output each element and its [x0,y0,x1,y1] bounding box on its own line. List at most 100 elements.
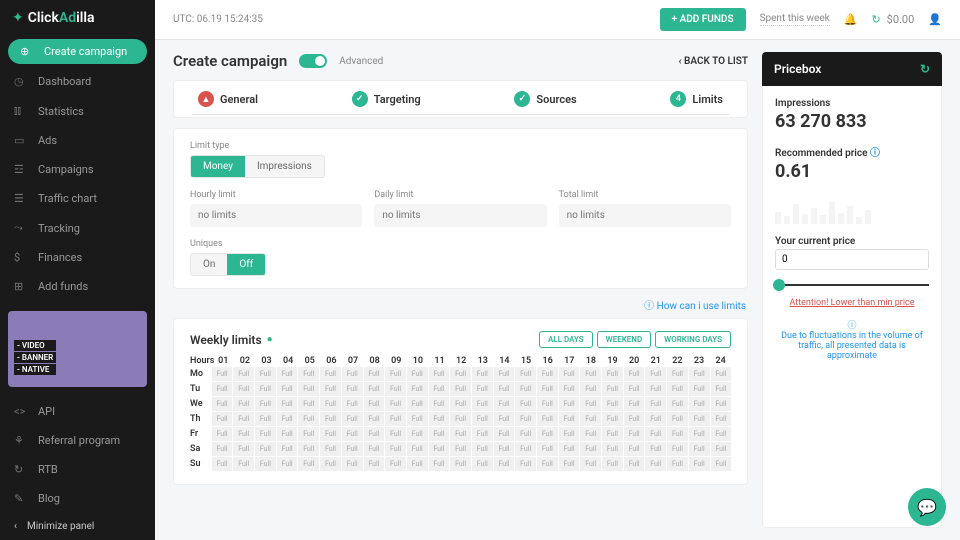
hour-cell[interactable]: Full [364,427,385,441]
hour-cell[interactable]: Full [429,382,450,396]
hour-cell[interactable]: Full [364,457,385,471]
hour-cell[interactable]: Full [689,427,710,441]
hour-cell[interactable]: Full [711,382,732,396]
hour-cell[interactable]: Full [602,427,623,441]
hour-cell[interactable]: Full [624,382,645,396]
sidebar-item-create-campaign[interactable]: ⊕Create campaign [8,39,147,64]
hour-cell[interactable]: Full [212,412,233,426]
hour-cell[interactable]: Full [364,382,385,396]
hour-cell[interactable]: Full [233,427,254,441]
hour-cell[interactable]: Full [385,397,406,411]
hour-cell[interactable]: Full [255,412,276,426]
hour-cell[interactable]: Full [667,367,688,381]
hour-cell[interactable]: Full [711,367,732,381]
hour-cell[interactable]: Full [515,382,536,396]
hour-cell[interactable]: Full [450,367,471,381]
hour-cell[interactable]: Full [537,412,558,426]
hour-cell[interactable]: Full [320,427,341,441]
hour-cell[interactable]: Full [212,367,233,381]
step-sources[interactable]: ✓Sources [506,91,584,107]
uniques-on[interactable]: On [191,254,227,275]
hour-cell[interactable]: Full [385,367,406,381]
hour-cell[interactable]: Full [494,457,515,471]
hour-cell[interactable]: Full [559,382,580,396]
hour-cell[interactable]: Full [407,457,428,471]
hour-cell[interactable]: Full [472,397,493,411]
hour-cell[interactable]: Full [711,397,732,411]
hour-cell[interactable]: Full [494,382,515,396]
promo-banner[interactable]: - VIDEO- BANNER- NATIVE [8,311,147,387]
hour-cell[interactable]: Full [407,367,428,381]
hour-cell[interactable]: Full [624,427,645,441]
hour-cell[interactable]: Full [559,442,580,456]
daily-input[interactable] [374,204,546,227]
hour-cell[interactable]: Full [407,382,428,396]
hour-cell[interactable]: Full [320,382,341,396]
hour-cell[interactable]: Full [602,412,623,426]
hour-cell[interactable]: Full [711,457,732,471]
hour-cell[interactable]: Full [407,427,428,441]
hour-cell[interactable]: Full [689,382,710,396]
hour-cell[interactable]: Full [472,427,493,441]
refresh-icon[interactable]: ↻ [871,13,880,26]
hour-cell[interactable]: Full [580,382,601,396]
advanced-toggle[interactable] [299,54,327,68]
hour-cell[interactable]: Full [645,427,666,441]
hour-cell[interactable]: Full [667,412,688,426]
hour-cell[interactable]: Full [645,457,666,471]
sidebar-item-blog[interactable]: ✎Blog [0,484,155,513]
hour-cell[interactable]: Full [494,397,515,411]
hour-cell[interactable]: Full [580,412,601,426]
hour-cell[interactable]: Full [212,427,233,441]
hour-cell[interactable]: Full [255,382,276,396]
preset-working-days[interactable]: WORKING DAYS [655,331,731,348]
sidebar-item-dashboard[interactable]: ◷Dashboard [0,67,155,96]
spent-this-week[interactable]: Spent this week [760,13,830,26]
hour-cell[interactable]: Full [689,457,710,471]
sidebar-item-finances[interactable]: $Finances [0,243,155,272]
hour-cell[interactable]: Full [537,397,558,411]
hour-cell[interactable]: Full [364,442,385,456]
hour-cell[interactable]: Full [298,427,319,441]
hour-cell[interactable]: Full [580,367,601,381]
hour-cell[interactable]: Full [320,457,341,471]
price-slider[interactable] [775,284,929,286]
preset-all-days[interactable]: ALL DAYS [539,331,593,348]
hour-cell[interactable]: Full [494,412,515,426]
hour-cell[interactable]: Full [298,412,319,426]
hour-cell[interactable]: Full [580,427,601,441]
hour-cell[interactable]: Full [429,457,450,471]
hour-cell[interactable]: Full [645,382,666,396]
hour-cell[interactable]: Full [689,367,710,381]
hour-cell[interactable]: Full [429,427,450,441]
hour-cell[interactable]: Full [559,457,580,471]
sidebar-item-campaigns[interactable]: ☲Campaigns [0,155,155,184]
hour-cell[interactable]: Full [537,457,558,471]
hour-cell[interactable]: Full [277,412,298,426]
hour-cell[interactable]: Full [515,442,536,456]
hour-cell[interactable]: Full [472,457,493,471]
sidebar-item-ads[interactable]: ▭Ads [0,126,155,155]
hour-cell[interactable]: Full [277,442,298,456]
hour-cell[interactable]: Full [450,457,471,471]
hour-cell[interactable]: Full [342,442,363,456]
hourly-input[interactable] [190,204,362,227]
hour-cell[interactable]: Full [580,457,601,471]
hour-cell[interactable]: Full [385,412,406,426]
hour-cell[interactable]: Full [298,382,319,396]
hour-cell[interactable]: Full [342,397,363,411]
sidebar-item-referral-program[interactable]: ⚘Referral program [0,426,155,455]
hour-cell[interactable]: Full [364,412,385,426]
hour-cell[interactable]: Full [320,367,341,381]
hour-cell[interactable]: Full [255,367,276,381]
hour-cell[interactable]: Full [298,397,319,411]
limit-type-impressions[interactable]: Impressions [245,156,324,177]
hour-cell[interactable]: Full [667,442,688,456]
help-link[interactable]: How can i use limits [175,297,746,312]
hour-cell[interactable]: Full [407,412,428,426]
hour-cell[interactable]: Full [233,457,254,471]
hour-cell[interactable]: Full [233,367,254,381]
hour-cell[interactable]: Full [472,412,493,426]
minimize-panel[interactable]: ‹ Minimize panel [0,513,155,540]
hour-cell[interactable]: Full [602,382,623,396]
